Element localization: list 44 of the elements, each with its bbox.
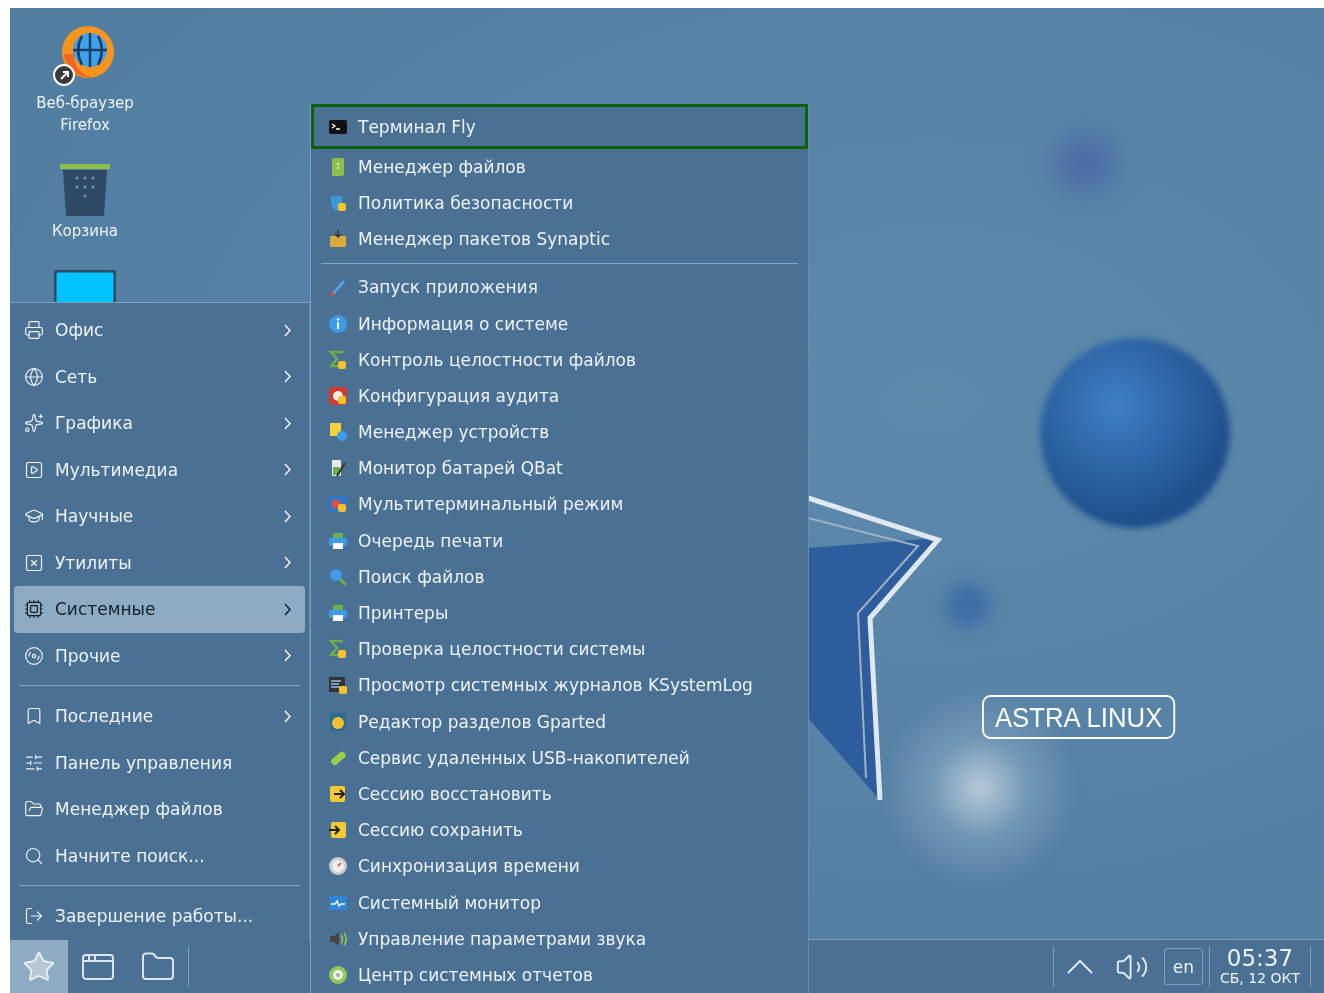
menu-item[interactable]: Завершение работы... <box>14 893 305 940</box>
menu-item[interactable]: Сервис удаленных USB-накопителей <box>311 739 808 776</box>
menu-item[interactable]: Менеджер файлов <box>14 786 305 833</box>
menu-item[interactable]: Редактор разделов Gparted <box>311 703 808 740</box>
menu-item[interactable]: Менеджер устройств <box>311 414 808 451</box>
menu-item[interactable]: Прочие <box>14 632 305 679</box>
menu-item[interactable]: Мультитерминальный режим <box>311 486 808 523</box>
menu-item[interactable]: Очередь печати <box>311 522 808 559</box>
menu-item[interactable]: Графика <box>14 400 305 447</box>
menu-item[interactable]: Начните поиск... <box>14 832 305 879</box>
menu-item[interactable]: Синхронизация времени <box>311 848 808 885</box>
menu-item[interactable]: Просмотр системных журналов KSystemLog <box>311 667 808 704</box>
clock-time: 05:37 <box>1226 947 1294 970</box>
menu-item[interactable]: Офис <box>14 307 305 354</box>
menu-item[interactable]: Терминал Fly <box>311 104 808 149</box>
menu-item[interactable]: Принтеры <box>311 594 808 632</box>
language-indicator[interactable]: en <box>1163 948 1203 985</box>
menu-item[interactable]: Сеть <box>14 353 305 400</box>
desktop-icon-label[interactable]: Корзина <box>23 220 147 242</box>
menu-item[interactable]: Менеджер файлов <box>311 149 808 186</box>
menu-item[interactable]: Системные <box>14 586 305 633</box>
menu-item[interactable]: Сессию восстановить <box>311 775 808 813</box>
menu-item[interactable]: Утилиты <box>14 539 305 586</box>
menu-item[interactable]: Системный монитор <box>311 884 808 921</box>
clock-date: СБ, 12 ОКТ <box>1219 970 1300 986</box>
menu-item[interactable]: Мультимедиа <box>14 446 305 493</box>
menu-item[interactable]: Поиск файлов <box>311 558 808 595</box>
menu-item[interactable]: Конфигурация аудита <box>311 377 808 414</box>
menu-item[interactable]: Управление параметрами звука <box>311 920 808 957</box>
menu-item[interactable]: Монитор батарей QBat <box>311 450 808 487</box>
logo-text: ASTRA LINUX <box>982 695 1176 739</box>
menu-item[interactable]: Запуск приложения <box>311 269 808 306</box>
menu-item[interactable]: Проверка целостности системы <box>311 631 808 668</box>
menu-item[interactable]: Панель управления <box>14 739 305 786</box>
clock[interactable]: 05:37 СБ, 12 ОКТ <box>1209 940 1310 993</box>
menu-item[interactable]: Научные <box>14 493 305 540</box>
menu-item[interactable]: Последние <box>14 693 305 740</box>
menu-item[interactable]: Контроль целостности файлов <box>311 341 808 378</box>
menu-item[interactable]: Информация о системе <box>311 305 808 342</box>
menu-item[interactable]: Политика безопасности <box>311 185 808 222</box>
menu-item[interactable]: Сессию сохранить <box>311 812 808 849</box>
menu-item[interactable]: Центр системных отчетов <box>311 956 808 993</box>
desktop-icon-label[interactable]: Веб-браузер Firefox <box>23 92 147 136</box>
menu-item[interactable]: Менеджер пакетов Synaptic <box>311 221 808 258</box>
